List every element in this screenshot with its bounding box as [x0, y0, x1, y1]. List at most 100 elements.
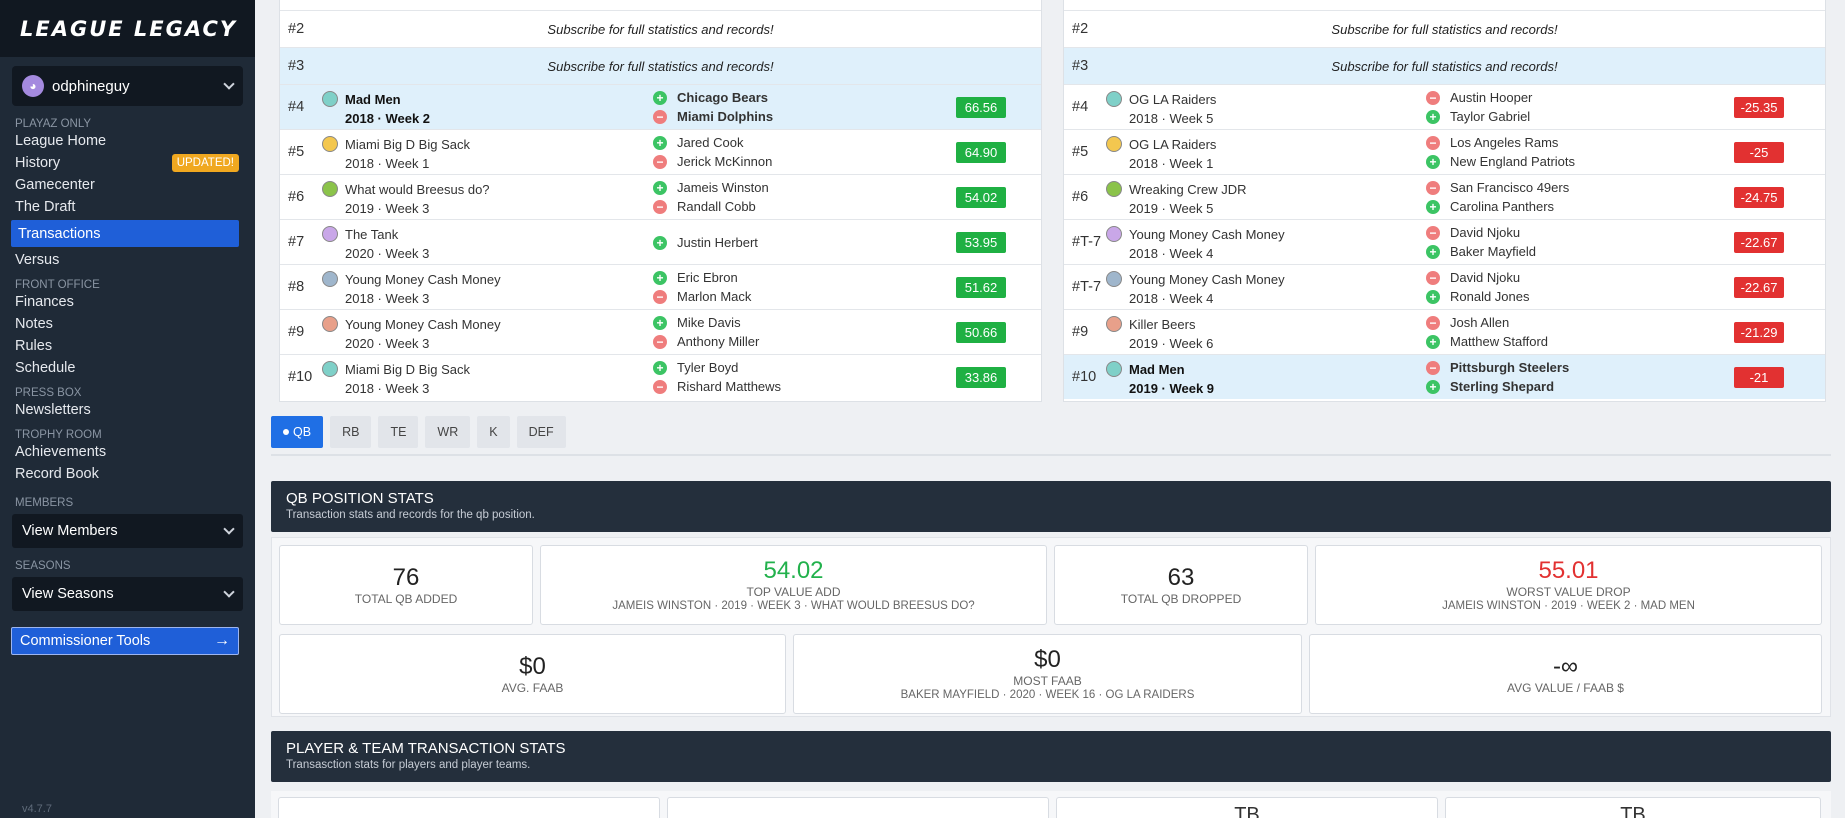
tab-qb[interactable]: QB: [271, 416, 324, 448]
team-cell[interactable]: Young Money Cash Money 2018 · Week 3: [322, 270, 501, 308]
dropped-player[interactable]: − Austin Hooper: [1426, 88, 1532, 107]
dropped-player[interactable]: − Anthony Miller: [653, 332, 759, 351]
player-name: Pittsburgh Steelers: [1450, 360, 1570, 375]
transaction-row[interactable]: #9 Young Money Cash Money 2020 · Week 3 + Mi…: [280, 309, 1041, 354]
transaction-row[interactable]: #4 OG LA Raiders 2018 · Week 5− Austin Hoop…: [1064, 84, 1825, 129]
nav-transactions[interactable]: Transactions: [11, 220, 239, 247]
team-cell[interactable]: What would Breesus do? 2019 · Week 3: [322, 180, 490, 218]
stat-value: $0: [1034, 646, 1061, 673]
added-player[interactable]: + Sterling Shepard: [1426, 377, 1569, 396]
added-player[interactable]: + Jared Cook: [653, 133, 772, 152]
worst-value-drops-board: #2 Subscribe for full statistics and reco…: [1063, 0, 1826, 402]
section-trophy-room: TROPHY ROOM: [15, 429, 102, 441]
nav-versus[interactable]: Versus: [0, 249, 255, 271]
team-cell[interactable]: OG LA Raiders 2018 · Week 5: [1106, 90, 1216, 128]
tab-def[interactable]: DEF: [516, 416, 566, 448]
dropped-player[interactable]: − Pittsburgh Steelers: [1426, 358, 1569, 377]
added-player[interactable]: + Mike Davis: [653, 313, 759, 332]
team-cell[interactable]: Miami Big D Big Sack 2018 · Week 1: [322, 135, 470, 173]
value-badge: -21.29: [1734, 322, 1784, 343]
team-week: 2018 · Week 5: [1129, 111, 1214, 126]
transaction-row[interactable]: #10 Miami Big D Big Sack 2018 · Week 3 + Tyl…: [280, 354, 1041, 399]
team-cell[interactable]: Mad Men 2018 · Week 2: [322, 90, 430, 128]
transaction-row[interactable]: #6 Wreaking Crew JDR 2019 · Week 5− San Fra…: [1064, 174, 1825, 219]
transaction-row[interactable]: #10 Mad Men 2019 · Week 9− Pittsburgh Steel…: [1064, 354, 1825, 399]
nav-notes[interactable]: Notes: [0, 313, 255, 335]
transaction-row[interactable]: #5 OG LA Raiders 2018 · Week 1− Los Angeles…: [1064, 129, 1825, 174]
transaction-row[interactable]: #7 The Tank 2020 · Week 3 + Justin Herbert 53…: [280, 219, 1041, 264]
dropped-player[interactable]: − Marlon Mack: [653, 287, 751, 306]
players-cell: − David Njoku + Baker Mayfield: [1426, 223, 1536, 261]
nav-rules[interactable]: Rules: [0, 335, 255, 357]
dropped-player[interactable]: − Jerick McKinnon: [653, 152, 772, 171]
active-dot-icon: [283, 429, 289, 435]
user-menu[interactable]: ◕ odphineguy: [12, 66, 243, 106]
team-cell[interactable]: Wreaking Crew JDR 2019 · Week 5: [1106, 180, 1247, 218]
transaction-row[interactable]: #9 Killer Beers 2019 · Week 6− Josh Allen + M…: [1064, 309, 1825, 354]
dropped-player[interactable]: − Los Angeles Rams: [1426, 133, 1575, 152]
dropped-player[interactable]: − David Njoku: [1426, 268, 1530, 287]
added-player[interactable]: + Matthew Stafford: [1426, 332, 1548, 351]
view-members-select[interactable]: View Members: [12, 514, 243, 548]
team-cell[interactable]: The Tank 2020 · Week 3: [322, 225, 429, 263]
nav-achievements[interactable]: Achievements: [0, 441, 255, 463]
transaction-row[interactable]: #T-7 Young Money Cash Money 2018 · Week 4−…: [1064, 264, 1825, 309]
stat-total-dropped: 63 TOTAL QB DROPPED: [1054, 545, 1308, 625]
team-cell[interactable]: Young Money Cash Money 2018 · Week 4: [1106, 225, 1285, 263]
dropped-player[interactable]: − David Njoku: [1426, 223, 1536, 242]
team-cell[interactable]: Killer Beers 2019 · Week 6: [1106, 315, 1213, 353]
tab-rb[interactable]: RB: [330, 416, 372, 448]
nav-newsletters[interactable]: Newsletters: [0, 399, 255, 421]
added-player[interactable]: + Jameis Winston: [653, 178, 769, 197]
team-cell[interactable]: Mad Men 2019 · Week 9: [1106, 360, 1214, 398]
added-player[interactable]: + Chicago Bears: [653, 88, 773, 107]
team-cell[interactable]: Young Money Cash Money 2020 · Week 3: [322, 315, 501, 353]
subscribe-message[interactable]: Subscribe for full statistics and record…: [330, 59, 1041, 74]
dropped-player[interactable]: − San Francisco 49ers: [1426, 178, 1569, 197]
transaction-row[interactable]: #5 Miami Big D Big Sack 2018 · Week 1 + Jare…: [280, 129, 1041, 174]
app-logo[interactable]: LEAGUE LEGACY: [0, 0, 255, 57]
tab-k[interactable]: K: [477, 416, 510, 448]
minus-icon: −: [653, 199, 667, 214]
transaction-row[interactable]: #8 Young Money Cash Money 2018 · Week 3 + Er…: [280, 264, 1041, 309]
nav-schedule[interactable]: Schedule: [0, 357, 255, 379]
dropped-player[interactable]: − Rishard Matthews: [653, 377, 781, 396]
nav-record-book[interactable]: Record Book: [0, 463, 255, 485]
added-player[interactable]: + New England Patriots: [1426, 152, 1575, 171]
nav-gamecenter[interactable]: Gamecenter: [0, 174, 255, 196]
main-content: #2 Subscribe for full statistics and reco…: [255, 0, 1845, 818]
tab-wr[interactable]: WR: [425, 416, 471, 448]
tab-te[interactable]: TE: [378, 416, 419, 448]
transaction-row[interactable]: #6 What would Breesus do? 2019 · Week 3 + Ja…: [280, 174, 1041, 219]
team-week: 2019 · Week 3: [345, 201, 430, 216]
view-seasons-select[interactable]: View Seasons: [12, 577, 243, 611]
added-player[interactable]: + Baker Mayfield: [1426, 242, 1536, 261]
added-player[interactable]: + Eric Ebron: [653, 268, 751, 287]
team-cell[interactable]: Young Money Cash Money 2018 · Week 4: [1106, 270, 1285, 308]
dropped-player[interactable]: − Josh Allen: [1426, 313, 1548, 332]
added-player[interactable]: + Tyler Boyd: [653, 358, 781, 377]
subscribe-message[interactable]: Subscribe for full statistics and record…: [1114, 22, 1825, 37]
nav-label: Record Book: [15, 466, 99, 482]
commissioner-tools-button[interactable]: Commissioner Tools →: [11, 627, 239, 655]
transaction-row[interactable]: #T-7 Young Money Cash Money 2018 · Week 4−…: [1064, 219, 1825, 264]
nav-league-home[interactable]: League Home: [0, 130, 255, 152]
dropped-player[interactable]: − Miami Dolphins: [653, 107, 773, 126]
dropped-player[interactable]: − Randall Cobb: [653, 197, 769, 216]
nav-finances[interactable]: Finances: [0, 291, 255, 313]
added-player[interactable]: + Justin Herbert: [653, 233, 758, 252]
team-cell[interactable]: Miami Big D Big Sack 2018 · Week 3: [322, 360, 470, 398]
nav-the-draft[interactable]: The Draft: [0, 196, 255, 218]
added-player[interactable]: + Taylor Gabriel: [1426, 107, 1532, 126]
stat-worst-value-drop: 55.01 WORST VALUE DROP JAMEIS WINSTON · …: [1315, 545, 1822, 625]
subscribe-message[interactable]: Subscribe for full statistics and record…: [330, 22, 1041, 37]
players-cell: + Mike Davis − Anthony Miller: [653, 313, 759, 351]
added-player[interactable]: + Carolina Panthers: [1426, 197, 1569, 216]
nav-history[interactable]: History UPDATED!: [0, 152, 255, 174]
player-name: Chicago Bears: [677, 90, 769, 105]
team-cell[interactable]: OG LA Raiders 2018 · Week 1: [1106, 135, 1216, 173]
transaction-row[interactable]: #4 Mad Men 2018 · Week 2 + Chicago Bears − Mia…: [280, 84, 1041, 129]
subscribe-message[interactable]: Subscribe for full statistics and record…: [1114, 59, 1825, 74]
added-player[interactable]: + Ronald Jones: [1426, 287, 1530, 306]
value-badge: 54.02: [956, 187, 1006, 208]
